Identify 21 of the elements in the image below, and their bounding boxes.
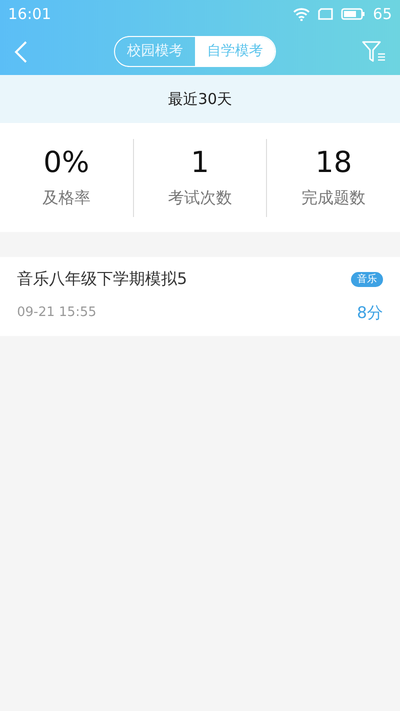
exam-score: 8分 <box>356 302 383 324</box>
stat-value: 0% <box>42 145 90 180</box>
wifi-icon <box>292 7 310 21</box>
stat-label: 完成题数 <box>300 186 367 209</box>
back-icon[interactable] <box>14 40 28 62</box>
stat-label: 及格率 <box>41 186 92 209</box>
segment-tab[interactable]: 自学模考 <box>195 37 275 66</box>
exam-record[interactable]: 音乐八年级下学期模拟5 音乐 09-21 15:55 8分 <box>0 257 400 336</box>
exam-time: 09-21 15:55 <box>17 304 96 322</box>
status-time: 16:01 <box>8 4 52 25</box>
segment-tab[interactable]: 校园模考 <box>115 37 195 66</box>
filter-icon[interactable] <box>362 40 386 62</box>
stat-value: 1 <box>190 145 210 180</box>
stat-value: 18 <box>314 145 354 180</box>
stat-label: 考试次数 <box>167 186 233 209</box>
battery-icon <box>340 8 365 20</box>
battery-level: 65 <box>372 4 392 25</box>
period-label: 最近30天 <box>168 88 232 110</box>
sim-icon <box>318 8 333 20</box>
subject-tag: 音乐 <box>351 272 383 286</box>
exam-title: 音乐八年级下学期模拟5 <box>17 268 188 290</box>
